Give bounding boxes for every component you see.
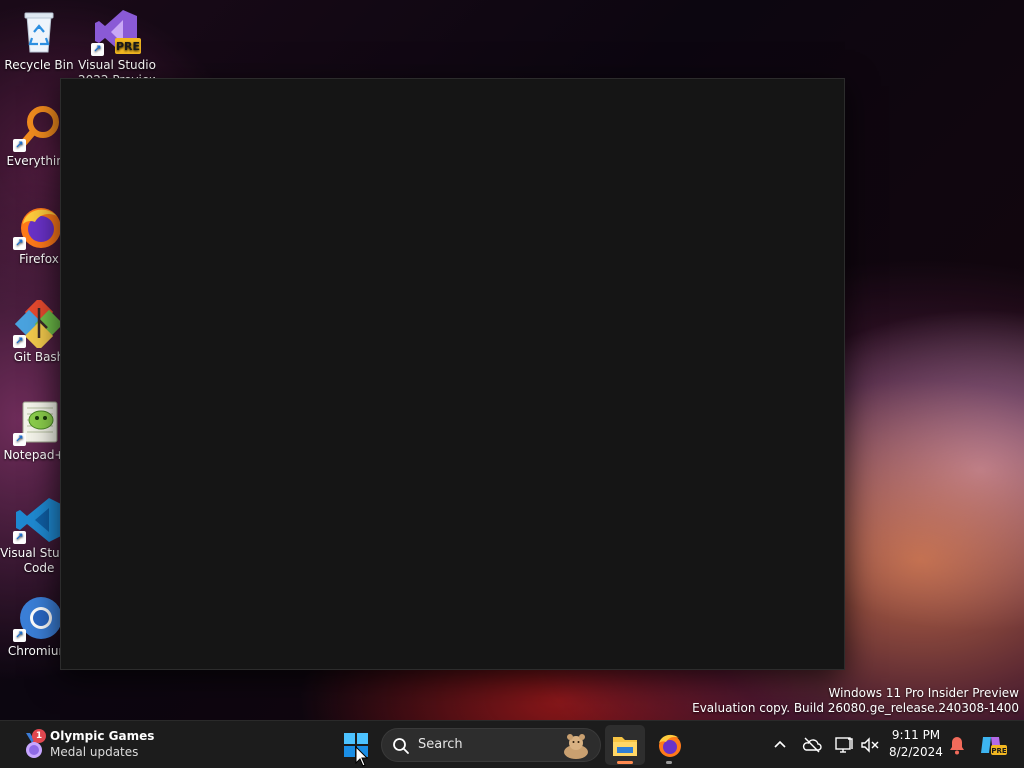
everything-search-icon: ↗ (13, 104, 63, 152)
pre-badge: PRE (116, 40, 140, 53)
running-indicator (666, 761, 672, 764)
show-hidden-icons-button[interactable] (768, 733, 792, 757)
search-label: Search (418, 737, 463, 752)
cloud-off-icon (802, 737, 822, 753)
shortcut-arrow-icon: ↗ (13, 237, 26, 250)
mouse-cursor-icon (355, 745, 369, 768)
desktop-icon-recycle-bin[interactable]: Recycle Bin (0, 8, 78, 73)
desktop-icon-visual-studio-preview[interactable]: PRE ↗ Visual Studio 2022 Preview (78, 8, 156, 78)
windows-watermark: Windows 11 Pro Insider Preview Evaluatio… (692, 686, 1019, 716)
onedrive-tray-button[interactable] (800, 733, 824, 757)
copilot-pre-badge: PRE (991, 747, 1007, 755)
chevron-up-icon (774, 740, 786, 748)
copilot-button[interactable]: PRE (979, 733, 1007, 757)
firefox-icon: ↗ (13, 202, 63, 250)
desktop-icon-label: Recycle Bin (4, 58, 74, 72)
network-display-icon (835, 737, 853, 753)
shortcut-arrow-icon: ↗ (91, 43, 104, 56)
search-icon (392, 737, 410, 755)
clock-button[interactable]: 9:11 PM 8/2/2024 (884, 727, 948, 761)
clock-date: 8/2/2024 (889, 745, 943, 759)
widget-subtitle: Medal updates (50, 745, 139, 759)
network-tray-button[interactable] (832, 733, 856, 757)
bell-icon (950, 737, 964, 755)
search-highlight-mascot-icon (560, 732, 592, 760)
notepad-plus-plus-icon: ↗ (13, 398, 63, 446)
notification-badge: 1 (32, 729, 46, 743)
taskbar-firefox[interactable] (649, 725, 689, 765)
watermark-line2: Evaluation copy. Build 26080.ge_release.… (692, 701, 1019, 715)
vscode-icon: ↗ (13, 496, 63, 544)
shortcut-arrow-icon: ↗ (13, 433, 26, 446)
git-bash-icon: ↗ (13, 297, 64, 351)
taskbar: 1 Olympic Games Medal updates Search 9:1… (0, 720, 1024, 768)
desktop-icon-label: Visual Studio (78, 58, 156, 72)
recycle-bin-icon (15, 8, 63, 56)
taskbar-search-box[interactable]: Search (381, 728, 601, 762)
speaker-muted-icon (861, 737, 879, 753)
firefox-icon (659, 734, 681, 757)
shortcut-arrow-icon: ↗ (13, 139, 26, 152)
taskbar-file-explorer[interactable] (605, 725, 645, 765)
shortcut-arrow-icon: ↗ (13, 335, 26, 348)
visual-studio-preview-icon: PRE ↗ (91, 8, 141, 56)
chromium-icon: ↗ (13, 594, 63, 642)
notifications-button[interactable] (945, 733, 969, 757)
volume-tray-button[interactable] (858, 733, 882, 757)
file-explorer-icon (613, 737, 637, 756)
shortcut-arrow-icon: ↗ (13, 531, 26, 544)
clock-time: 9:11 PM (891, 728, 941, 742)
copilot-icon: PRE (981, 737, 1007, 755)
widget-title: Olympic Games (50, 729, 155, 743)
active-indicator (617, 761, 633, 764)
watermark-line1: Windows 11 Pro Insider Preview (828, 686, 1019, 700)
shortcut-arrow-icon: ↗ (13, 629, 26, 642)
widgets-button[interactable]: 1 Olympic Games Medal updates (18, 727, 168, 763)
blank-app-window[interactable] (60, 78, 845, 670)
